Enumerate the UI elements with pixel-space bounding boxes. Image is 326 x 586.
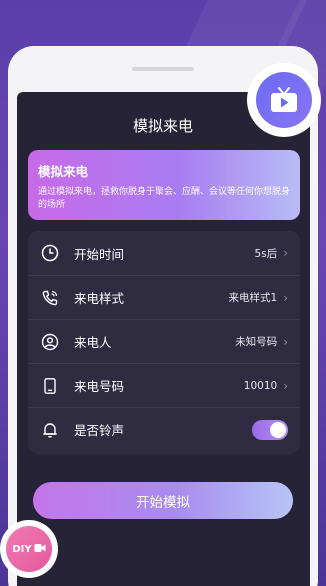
phone-call-icon [40, 288, 60, 308]
setting-ringtone: 是否铃声 [28, 407, 300, 451]
bell-icon [40, 420, 60, 440]
setting-value: 来电样式1 [228, 292, 278, 304]
video-camera-icon [34, 543, 46, 556]
clock-icon [40, 243, 60, 263]
banner-description: 通过模拟来电，拯救你脱身于聚会、应酬、会议等任何你想脱身的场所 [38, 187, 291, 210]
setting-value: 10010 [243, 379, 278, 392]
setting-call-style[interactable]: 来电样式 来电样式1 › [28, 275, 300, 319]
ringtone-toggle[interactable] [252, 419, 288, 440]
setting-label: 是否铃声 [74, 423, 125, 438]
chevron-right-icon: › [283, 246, 288, 260]
setting-caller-number[interactable]: 来电号码 10010 › [28, 363, 300, 407]
setting-label: 开始时间 [74, 246, 125, 262]
settings-list: 开始时间 5s后 › 来电样式 来电样式1 › 来电人 未知号码 › 来电号码 … [28, 231, 300, 454]
phone-speaker [132, 67, 194, 71]
diy-badge-inner: DIY [6, 526, 52, 572]
chevron-right-icon: › [283, 378, 288, 393]
setting-value: 未知号码 [235, 336, 278, 348]
setting-label: 来电号码 [74, 379, 125, 394]
diy-label: DIY [12, 543, 32, 555]
tv-badge[interactable] [247, 63, 321, 137]
chevron-right-icon: › [283, 290, 288, 305]
setting-label: 来电样式 [74, 291, 125, 306]
person-icon [40, 332, 60, 352]
setting-start-time[interactable]: 开始时间 5s后 › [28, 231, 300, 275]
mobile-phone-icon [40, 376, 60, 396]
chevron-right-icon: › [283, 334, 288, 349]
setting-caller[interactable]: 来电人 未知号码 › [28, 319, 300, 363]
setting-value: 5s后 [254, 247, 278, 260]
banner-title: 模拟来电 [38, 164, 89, 179]
diy-badge[interactable]: DIY [0, 520, 58, 578]
start-simulation-button[interactable]: 开始模拟 [33, 482, 293, 519]
setting-label: 来电人 [74, 335, 112, 350]
toggle-knob [270, 421, 286, 438]
feature-banner: 模拟来电 通过模拟来电，拯救你脱身于聚会、应酬、会议等任何你想脱身的场所 [28, 150, 300, 220]
tv-play-icon [256, 72, 312, 128]
